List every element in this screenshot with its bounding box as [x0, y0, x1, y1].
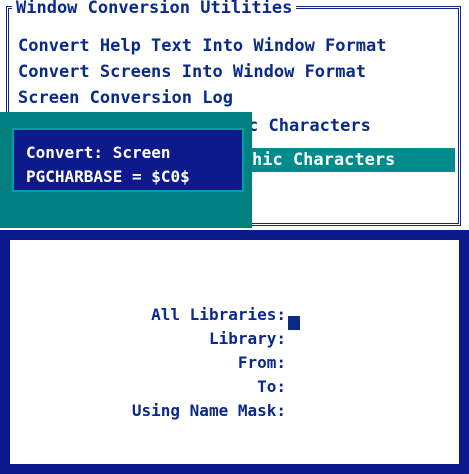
popup-convert-line: Convert: Screen [26, 143, 171, 162]
menu-item-characters[interactable]: c Characters [248, 114, 371, 138]
all-libraries-label: All Libraries: [151, 305, 286, 324]
name-mask-label: Using Name Mask: [131, 401, 286, 420]
from-label: From: [237, 353, 286, 372]
menu-item-screen-conversion-log[interactable]: Screen Conversion Log [18, 86, 233, 110]
menu-item-convert-screens[interactable]: Convert Screens Into Window Format [18, 60, 366, 84]
library-field[interactable] [286, 328, 436, 350]
menu-item-graphic-characters[interactable]: hic Characters [252, 148, 395, 172]
popup-pgcharbase-line: PGCHARBASE = $C0$ [26, 167, 190, 186]
name-mask-field[interactable] [286, 400, 436, 422]
menu-item-convert-help-text[interactable]: Convert Help Text Into Window Format [18, 34, 386, 58]
all-libraries-field[interactable] [286, 302, 436, 324]
from-field[interactable] [286, 352, 436, 374]
window-title: Window Conversion Utilities [12, 0, 297, 18]
to-label: To: [257, 377, 286, 396]
library-label: Library: [208, 329, 286, 348]
to-field[interactable] [286, 376, 436, 398]
